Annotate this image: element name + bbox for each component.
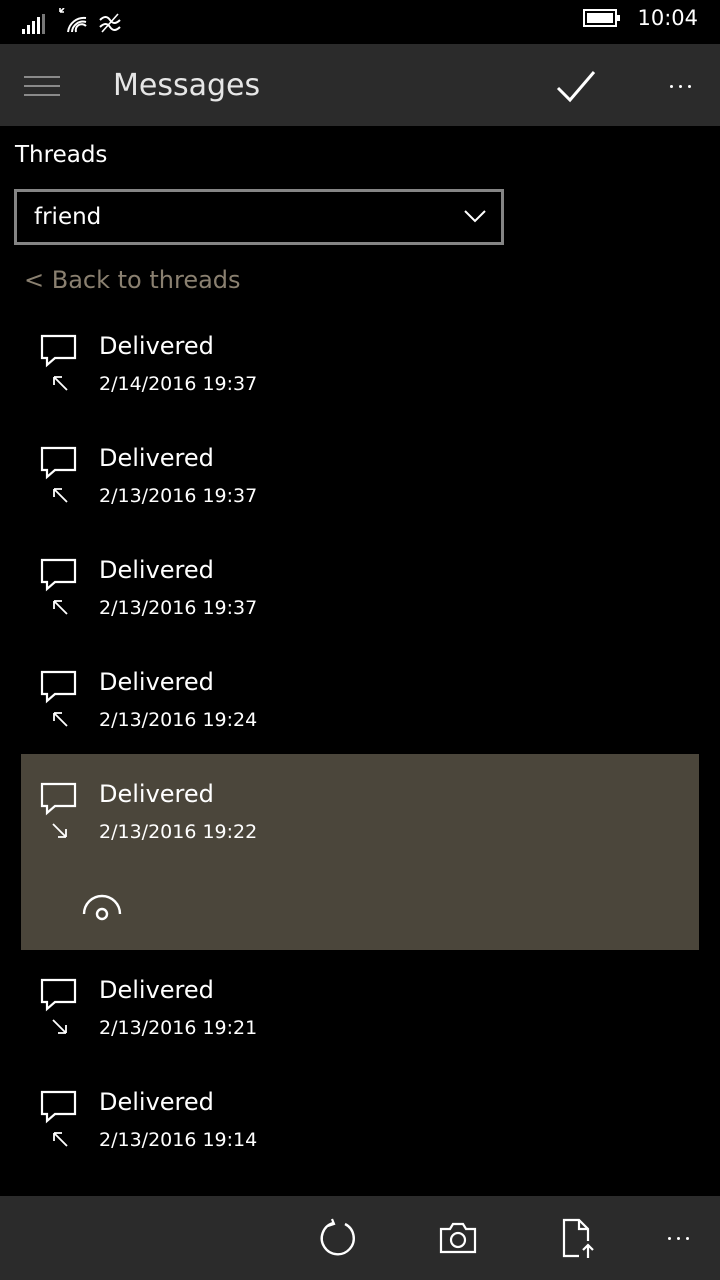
received-arrow-icon	[52, 1019, 67, 1034]
checkmark-icon[interactable]	[554, 66, 598, 106]
message-status: Delivered	[99, 668, 214, 696]
message-bubble-icon	[40, 558, 77, 592]
list-item[interactable]: Delivered 2/13/2016 19:37	[21, 530, 699, 642]
sent-arrow-icon	[53, 712, 68, 727]
camera-icon[interactable]	[436, 1216, 480, 1260]
more-icon[interactable]	[660, 66, 700, 106]
sent-arrow-icon	[53, 600, 68, 615]
list-item[interactable]: Delivered 2/13/2016 19:24	[21, 642, 699, 754]
network-icon	[99, 13, 121, 33]
message-date: 2/13/2016 19:37	[99, 485, 258, 507]
message-date: 2/13/2016 19:22	[99, 821, 258, 843]
chevron-down-icon	[464, 210, 486, 223]
message-bubble-icon	[40, 978, 77, 1012]
message-date: 2/13/2016 19:24	[99, 709, 258, 731]
message-date: 2/13/2016 19:14	[99, 1129, 258, 1151]
received-arrow-icon	[52, 823, 67, 838]
clock: 10:04	[637, 6, 698, 30]
message-status: Delivered	[99, 976, 214, 1004]
sent-arrow-icon	[53, 1132, 68, 1147]
bottom-app-bar	[0, 1196, 720, 1280]
message-date: 2/13/2016 19:37	[99, 597, 258, 619]
message-bubble-icon	[40, 782, 77, 816]
message-status: Delivered	[99, 780, 214, 808]
message-status: Delivered	[99, 332, 214, 360]
message-status: Delivered	[99, 556, 214, 584]
message-bubble-icon	[40, 1090, 77, 1124]
message-bubble-icon	[40, 446, 77, 480]
message-status: Delivered	[99, 1088, 214, 1116]
hamburger-menu-icon[interactable]	[24, 76, 60, 96]
list-item[interactable]: Delivered 2/13/2016 19:37	[21, 418, 699, 530]
sent-arrow-icon	[53, 488, 68, 503]
back-to-threads-link[interactable]: < Back to threads	[24, 266, 241, 294]
page-title: Messages	[113, 68, 261, 103]
app-bar: Messages	[0, 44, 720, 126]
message-status: Delivered	[99, 444, 214, 472]
threads-dropdown-value: friend	[34, 204, 102, 230]
list-item-selected[interactable]: Delivered 2/13/2016 19:22	[21, 754, 699, 950]
signal-icon	[22, 14, 45, 34]
eye-icon[interactable]	[81, 890, 123, 924]
export-icon[interactable]	[556, 1216, 600, 1260]
message-date: 2/14/2016 19:37	[99, 373, 258, 395]
list-item[interactable]: Delivered 2/13/2016 19:21	[21, 950, 699, 1062]
message-bubble-icon	[40, 334, 77, 368]
status-bar: 10:04	[0, 0, 720, 44]
battery-icon	[583, 9, 621, 27]
more-icon[interactable]	[656, 1216, 700, 1260]
threads-label: Threads	[15, 142, 108, 168]
sent-arrow-icon	[53, 376, 68, 391]
list-item[interactable]: Delivered 2/13/2016 19:14	[21, 1062, 699, 1174]
threads-dropdown[interactable]: friend	[14, 189, 504, 245]
message-bubble-icon	[40, 670, 77, 704]
message-list: Delivered 2/14/2016 19:37 Delivered 2/13…	[21, 306, 699, 1174]
wifi-icon	[59, 8, 87, 33]
message-date: 2/13/2016 19:21	[99, 1017, 258, 1039]
list-item[interactable]: Delivered 2/14/2016 19:37	[21, 306, 699, 418]
refresh-icon[interactable]	[316, 1216, 360, 1260]
